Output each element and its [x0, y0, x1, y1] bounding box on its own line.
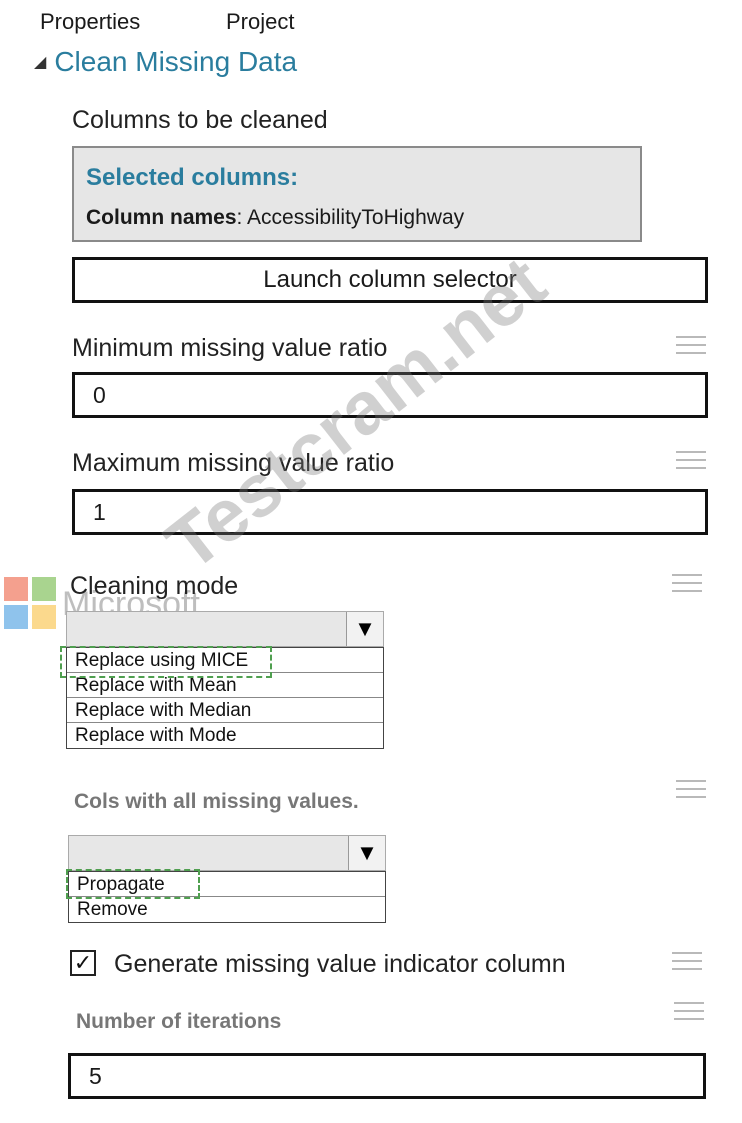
checkmark-icon: ✓: [73, 950, 93, 975]
param-menu-icon[interactable]: [676, 780, 706, 804]
section-title: Clean Missing Data: [54, 46, 298, 77]
option-remove[interactable]: Remove: [69, 897, 385, 922]
cleaning-mode-dropdown[interactable]: ▼: [66, 611, 384, 647]
option-replace-with-mode[interactable]: Replace with Mode: [67, 723, 383, 748]
answer-highlight-box: [66, 869, 200, 899]
iterations-label: Number of iterations: [76, 1010, 282, 1033]
section-header[interactable]: ◢ Clean Missing Data: [34, 46, 297, 78]
tab-properties[interactable]: Properties: [40, 9, 140, 35]
collapse-triangle-icon[interactable]: ◢: [34, 52, 46, 72]
column-names-row: Column names: AccessibilityToHighway: [86, 206, 464, 230]
param-menu-icon[interactable]: [672, 574, 702, 598]
min-ratio-label: Minimum missing value ratio: [72, 334, 388, 362]
answer-highlight-box: [60, 646, 272, 678]
columns-to-clean-label: Columns to be cleaned: [72, 106, 328, 134]
param-menu-icon[interactable]: [676, 336, 706, 360]
selected-columns-header: Selected columns:: [86, 164, 299, 191]
param-menu-icon[interactable]: [676, 451, 706, 475]
param-menu-icon[interactable]: [674, 1002, 704, 1026]
launch-column-selector-button[interactable]: Launch column selector: [72, 257, 708, 303]
param-menu-icon[interactable]: [672, 952, 702, 976]
tab-project[interactable]: Project: [226, 9, 294, 35]
cols-all-missing-dropdown[interactable]: ▼: [68, 835, 386, 871]
column-names-label: Column names: [86, 206, 237, 229]
indicator-label: Generate missing value indicator column: [114, 950, 566, 978]
microsoft-logo: [4, 577, 56, 629]
selected-columns-box: Selected columns: Column names: Accessib…: [72, 146, 642, 242]
option-replace-with-median[interactable]: Replace with Median: [67, 698, 383, 723]
indicator-checkbox[interactable]: ✓: [70, 950, 96, 976]
colon-separator: :: [236, 206, 248, 229]
dropdown-arrow-icon[interactable]: ▼: [346, 612, 383, 646]
iterations-input[interactable]: 5: [68, 1053, 706, 1099]
column-names-value: AccessibilityToHighway: [247, 206, 465, 229]
dropdown-arrow-icon[interactable]: ▼: [348, 836, 385, 870]
cols-all-missing-label: Cols with all missing values.: [74, 790, 359, 813]
